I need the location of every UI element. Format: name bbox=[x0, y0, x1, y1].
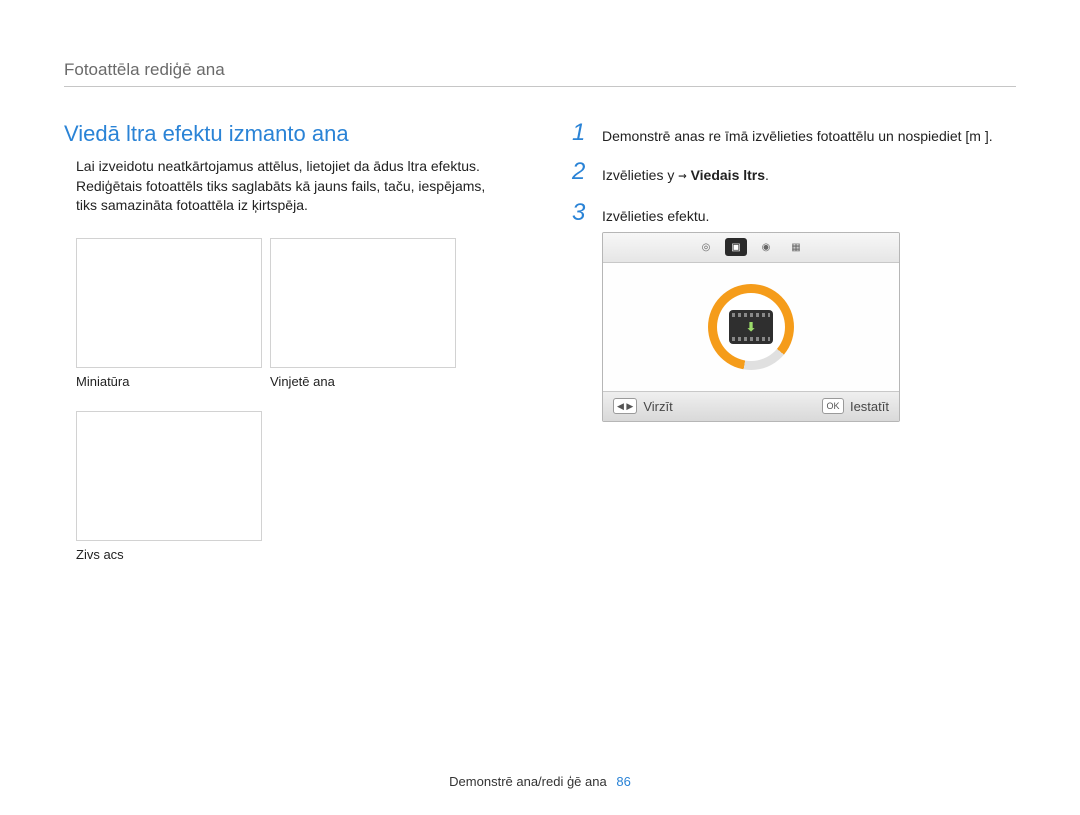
ok-chip: OK bbox=[822, 398, 844, 414]
effect-thumbnail bbox=[270, 238, 456, 368]
ring-inner: ⬇ bbox=[717, 293, 785, 361]
step-2: 2 Izvēlieties y → Viedais ltrs. bbox=[572, 160, 1016, 186]
effect-cell: Vinjetē ana bbox=[270, 238, 456, 389]
step-list: 1 Demonstrē anas re īmā izvēlieties foto… bbox=[572, 121, 1016, 226]
step-text: Demonstrē anas re īmā izvēlieties fotoat… bbox=[602, 121, 993, 146]
header-title: Fotoattēla rediģē ana bbox=[64, 60, 225, 79]
effect-cell: Miniatūra bbox=[76, 238, 262, 389]
effect-label: Vinjetē ana bbox=[270, 374, 456, 389]
effect-thumbnail bbox=[76, 238, 262, 368]
effect-label: Zivs acs bbox=[76, 547, 262, 562]
left-column: Viedā ltra efektu izmanto ana Lai izveid… bbox=[64, 121, 508, 584]
page-number: 86 bbox=[616, 774, 630, 789]
footer-right-label: Iestatīt bbox=[850, 399, 889, 414]
step-bold: Viedais ltrs bbox=[687, 167, 765, 183]
camera-preview-area: ⬇ bbox=[603, 263, 899, 391]
section-title: Viedā ltra efektu izmanto ana bbox=[64, 121, 508, 147]
step-text-a: Izvēlieties y bbox=[602, 167, 678, 183]
mode-icon: ◎ bbox=[695, 238, 717, 256]
arrow-icon: → bbox=[678, 168, 686, 184]
step-text: Izvēlieties efektu. bbox=[602, 201, 709, 226]
progress-ring-icon: ⬇ bbox=[708, 284, 794, 370]
step-number: 3 bbox=[572, 201, 588, 225]
smart-filter-icon: ⬇ bbox=[729, 310, 773, 344]
page-footer: Demonstrē ana/redi ģē ana 86 bbox=[0, 774, 1080, 789]
mode-icon: ▦ bbox=[785, 238, 807, 256]
effect-thumbnail bbox=[76, 411, 262, 541]
effect-thumbnail-grid: Miniatūra Vinjetē ana Zivs acs bbox=[64, 238, 508, 584]
page-header: Fotoattēla rediģē ana bbox=[64, 60, 1016, 87]
footer-text: Demonstrē ana/redi ģē ana bbox=[449, 774, 607, 789]
section-body: Lai izveidotu neatkārtojamus attēlus, li… bbox=[64, 157, 508, 216]
right-column: 1 Demonstrē anas re īmā izvēlieties foto… bbox=[572, 121, 1016, 584]
content-columns: Viedā ltra efektu izmanto ana Lai izveid… bbox=[64, 121, 1016, 584]
mode-icon-active: ▣ bbox=[725, 238, 747, 256]
nav-arrows-chip: ◀ ▶ bbox=[613, 398, 637, 414]
camera-top-toolbar: ◎ ▣ ◉ ▦ bbox=[603, 233, 899, 263]
effect-cell: Zivs acs bbox=[76, 411, 262, 562]
download-arrow-icon: ⬇ bbox=[746, 320, 756, 334]
step-number: 1 bbox=[572, 121, 588, 145]
effect-label: Miniatūra bbox=[76, 374, 262, 389]
camera-screen-mock: ◎ ▣ ◉ ▦ ⬇ ◀ ▶ Virzīt OK Ie bbox=[602, 232, 900, 422]
step-1: 1 Demonstrē anas re īmā izvēlieties foto… bbox=[572, 121, 1016, 146]
step-text: Izvēlieties y → Viedais ltrs. bbox=[602, 160, 769, 186]
mode-icon: ◉ bbox=[755, 238, 777, 256]
camera-footer-bar: ◀ ▶ Virzīt OK Iestatīt bbox=[603, 391, 899, 421]
footer-left-label: Virzīt bbox=[643, 399, 672, 414]
step-number: 2 bbox=[572, 160, 588, 184]
step-3: 3 Izvēlieties efektu. bbox=[572, 201, 1016, 226]
step-text-b: . bbox=[765, 167, 769, 183]
